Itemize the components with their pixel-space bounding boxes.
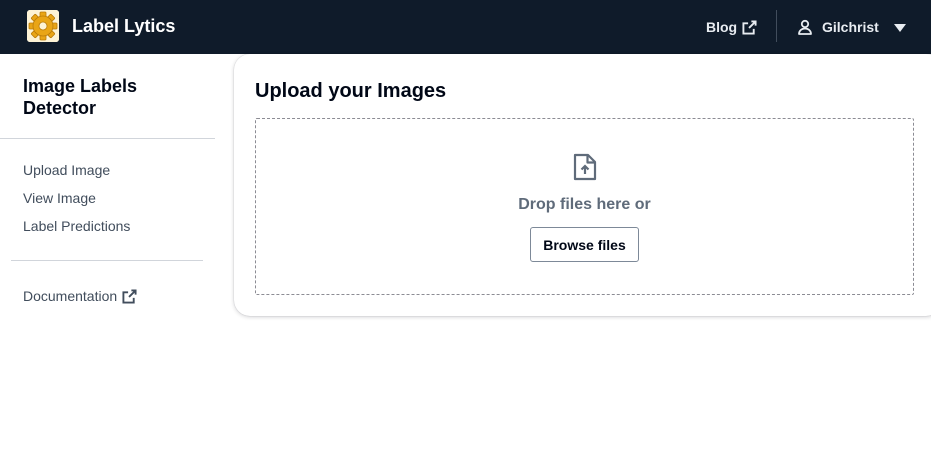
caret-down-icon	[893, 23, 906, 32]
sidebar-item-view-image[interactable]: View Image	[23, 188, 96, 208]
side-nav-title[interactable]: Image Labels Detector	[23, 75, 203, 119]
gear-logo-icon[interactable]	[27, 10, 59, 42]
app-title[interactable]: Label Lytics	[72, 15, 175, 37]
side-nav-divider	[11, 260, 203, 261]
side-navigation: Image Labels Detector Upload Image View …	[0, 54, 215, 452]
blog-link[interactable]: Blog	[706, 17, 757, 37]
sidebar-item-upload-image[interactable]: Upload Image	[23, 160, 110, 180]
sidebar-item-documentation[interactable]: Documentation	[23, 286, 137, 306]
blog-label: Blog	[706, 19, 738, 35]
username-label: Gilchrist	[822, 19, 879, 35]
documentation-label: Documentation	[23, 288, 118, 304]
topbar-divider	[776, 10, 777, 42]
page-title: Upload your Images	[255, 80, 447, 102]
dropzone-text: Drop files here or	[518, 196, 651, 213]
user-menu-button[interactable]: Gilchrist	[797, 17, 906, 37]
browse-files-button[interactable]: Browse files	[530, 227, 639, 262]
external-link-icon	[742, 19, 757, 35]
file-upload-icon	[573, 153, 597, 181]
sidebar-item-label-predictions[interactable]: Label Predictions	[23, 216, 130, 236]
file-dropzone[interactable]: Drop files here or Browse files	[255, 118, 914, 295]
side-nav-divider	[0, 138, 215, 139]
user-profile-icon	[798, 19, 812, 35]
top-navigation: Label Lytics Blog Gilchrist	[0, 0, 931, 54]
external-link-icon	[122, 288, 137, 304]
upload-container: Upload your Images Drop files here or Br…	[234, 54, 931, 316]
